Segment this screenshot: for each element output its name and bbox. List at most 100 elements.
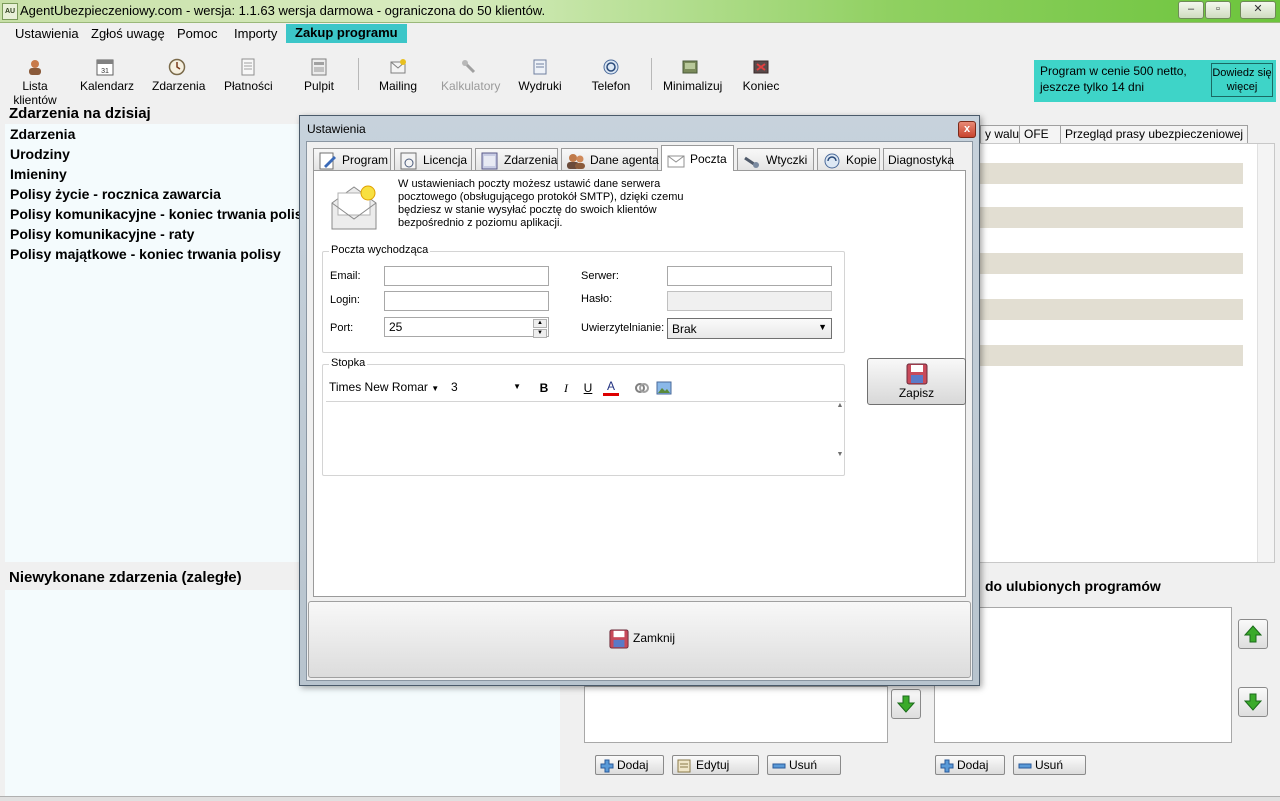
spin-down-icon[interactable]: ▼ (533, 329, 547, 338)
move-down-button[interactable] (891, 689, 921, 719)
tab-przeglad-prasy[interactable]: Przegląd prasy ubezpieczeniowej (1060, 125, 1249, 143)
news-row[interactable] (971, 253, 1243, 274)
button-label: Dodaj (957, 758, 989, 772)
toolbar-label: Wydruki (518, 79, 562, 93)
font-color-button[interactable]: A (603, 380, 619, 396)
toolbar-zdarzenia[interactable]: Zdarzenia (152, 54, 206, 93)
save-button[interactable]: Zapisz (867, 358, 966, 405)
news-row[interactable] (971, 163, 1243, 184)
toolbar-wydruki[interactable]: Wydruki (518, 54, 562, 93)
toolbar-label: Telefon (591, 79, 631, 93)
tab-program[interactable]: Program (313, 148, 391, 170)
menu-importy[interactable]: Importy (234, 26, 277, 41)
calendar-icon (481, 152, 498, 170)
remove-program-button[interactable]: Usuń (767, 755, 841, 775)
font-family-value: Times New Romar (329, 380, 428, 394)
toolbar-mailing[interactable]: Mailing (378, 54, 418, 93)
promo-learn-more-button[interactable]: Dowiedz się więcej (1211, 63, 1273, 97)
toolbar-separator (651, 58, 652, 90)
fav-move-up-button[interactable] (1238, 619, 1268, 649)
remove-favorite-button[interactable]: Usuń (1013, 755, 1086, 775)
menu-zglos-uwage[interactable]: Zgłoś uwagę (91, 26, 165, 41)
button-label: Dodaj (617, 758, 649, 772)
toolbar-kalkulatory[interactable]: Kalkulatory (441, 54, 500, 93)
add-program-button[interactable]: Dodaj (595, 755, 664, 775)
arrow-down-icon (1243, 693, 1263, 711)
close-window-button[interactable]: ✕ (1240, 1, 1276, 19)
backup-icon (824, 153, 840, 169)
editor-scrollbar[interactable]: ▲ ▼ (834, 402, 846, 472)
port-stepper[interactable]: 25 ▲ ▼ (384, 317, 549, 338)
phone-icon (603, 59, 619, 75)
menu-zakup-programu[interactable]: Zakup programu (286, 24, 407, 43)
server-label: Serwer: (581, 270, 619, 282)
port-spinner[interactable]: ▲ ▼ (533, 319, 547, 338)
toolbar-telefon[interactable]: Telefon (591, 54, 631, 93)
toolbar-label: Minimalizuj (663, 79, 723, 93)
minus-icon (772, 763, 786, 769)
italic-button[interactable]: I (558, 380, 574, 396)
toolbar-label: Płatności (224, 79, 273, 93)
footer-editor[interactable]: ▲ ▼ (326, 401, 846, 474)
tab-kopie[interactable]: Kopie (817, 148, 880, 170)
font-family-select[interactable]: Times New Romar ▼ (329, 380, 445, 394)
insert-image-button[interactable] (656, 380, 672, 396)
toolbar-kalendarz[interactable]: 31 Kalendarz (80, 54, 134, 93)
tab-poczta[interactable]: Poczta (661, 145, 734, 171)
certificate-icon (400, 152, 417, 170)
auth-select-value: Brak (672, 322, 697, 336)
toolbar-minimalizuj[interactable]: Minimalizuj (663, 54, 722, 93)
main-toolbar: Lista klientów 31 Kalendarz Zdarzenia Pł… (0, 46, 1030, 107)
add-favorite-button[interactable]: Dodaj (935, 755, 1005, 775)
news-row[interactable] (971, 299, 1243, 320)
dropdown-arrow-icon: ▼ (513, 382, 521, 391)
tab-diagnostyka[interactable]: Diagnostyka (883, 148, 954, 170)
mail-icon (390, 59, 406, 74)
tab-wtyczki[interactable]: Wtyczki (737, 148, 814, 170)
close-dialog-button[interactable]: Zamknij (609, 629, 675, 649)
font-size-select[interactable]: 3 ▼ (451, 380, 523, 394)
spin-up-icon[interactable]: ▲ (533, 319, 547, 328)
tab-label: Zdarzenia (504, 153, 558, 167)
tab-label: Dane agenta (590, 153, 659, 167)
menu-pomoc[interactable]: Pomoc (177, 26, 217, 41)
link-icon (635, 383, 649, 393)
menu-ustawienia[interactable]: Ustawienia (15, 26, 79, 41)
tab-licencja[interactable]: Licencja (394, 148, 472, 170)
promo-text: Program w cenie 500 netto, jeszcze tylko… (1040, 64, 1187, 94)
fav-move-down-button[interactable] (1238, 687, 1268, 717)
underline-button[interactable]: U (580, 380, 596, 396)
bold-button[interactable]: B (536, 380, 552, 396)
calendar-icon: 31 (96, 59, 114, 76)
maximize-window-button[interactable]: ▫ (1205, 1, 1231, 19)
news-row[interactable] (971, 207, 1243, 228)
tab-label: Licencja (423, 153, 468, 167)
arrow-up-icon (1243, 625, 1263, 643)
insert-link-button[interactable] (634, 380, 650, 396)
dialog-footer-bar: Zamknij (308, 601, 971, 678)
toolbar-lista-klientow[interactable]: Lista klientów (2, 54, 68, 107)
tab-zdarzenia[interactable]: Zdarzenia (475, 148, 558, 170)
news-row[interactable] (971, 345, 1243, 366)
login-field[interactable] (384, 291, 549, 311)
auth-select[interactable]: Brak ▼ (667, 318, 832, 339)
toolbar-koniec[interactable]: Koniec (742, 54, 780, 93)
outgoing-mail-group: Poczta wychodząca Email: Login: Port: 25… (322, 244, 845, 353)
tab-label: Poczta (690, 152, 727, 166)
toolbar-pulpit[interactable]: Pulpit (300, 54, 338, 93)
footer-group: Stopka Times New Romar ▼ 3 ▼ B I U A ▲ ▼ (322, 357, 846, 476)
toolbar-label: Zdarzenia (152, 79, 206, 93)
dialog-close-button[interactable]: x (958, 121, 976, 138)
minimize-window-button[interactable]: – (1178, 1, 1204, 19)
menu-bar: Ustawienia Zgłoś uwagę Pomoc Importy Zak… (0, 23, 1280, 45)
email-field[interactable] (384, 266, 549, 286)
edit-program-button[interactable]: Edytuj (672, 755, 759, 775)
toolbar-platnosci[interactable]: Płatności (224, 54, 273, 93)
minimize-icon (682, 60, 698, 74)
programs-list[interactable] (584, 686, 888, 743)
server-field[interactable] (667, 266, 832, 286)
today-events-title: Zdarzenia na dzisiaj (9, 105, 151, 122)
news-scrollbar[interactable] (1257, 144, 1274, 562)
tab-ofe[interactable]: OFE (1019, 125, 1061, 143)
tab-dane-agenta[interactable]: Dane agenta (561, 148, 659, 170)
